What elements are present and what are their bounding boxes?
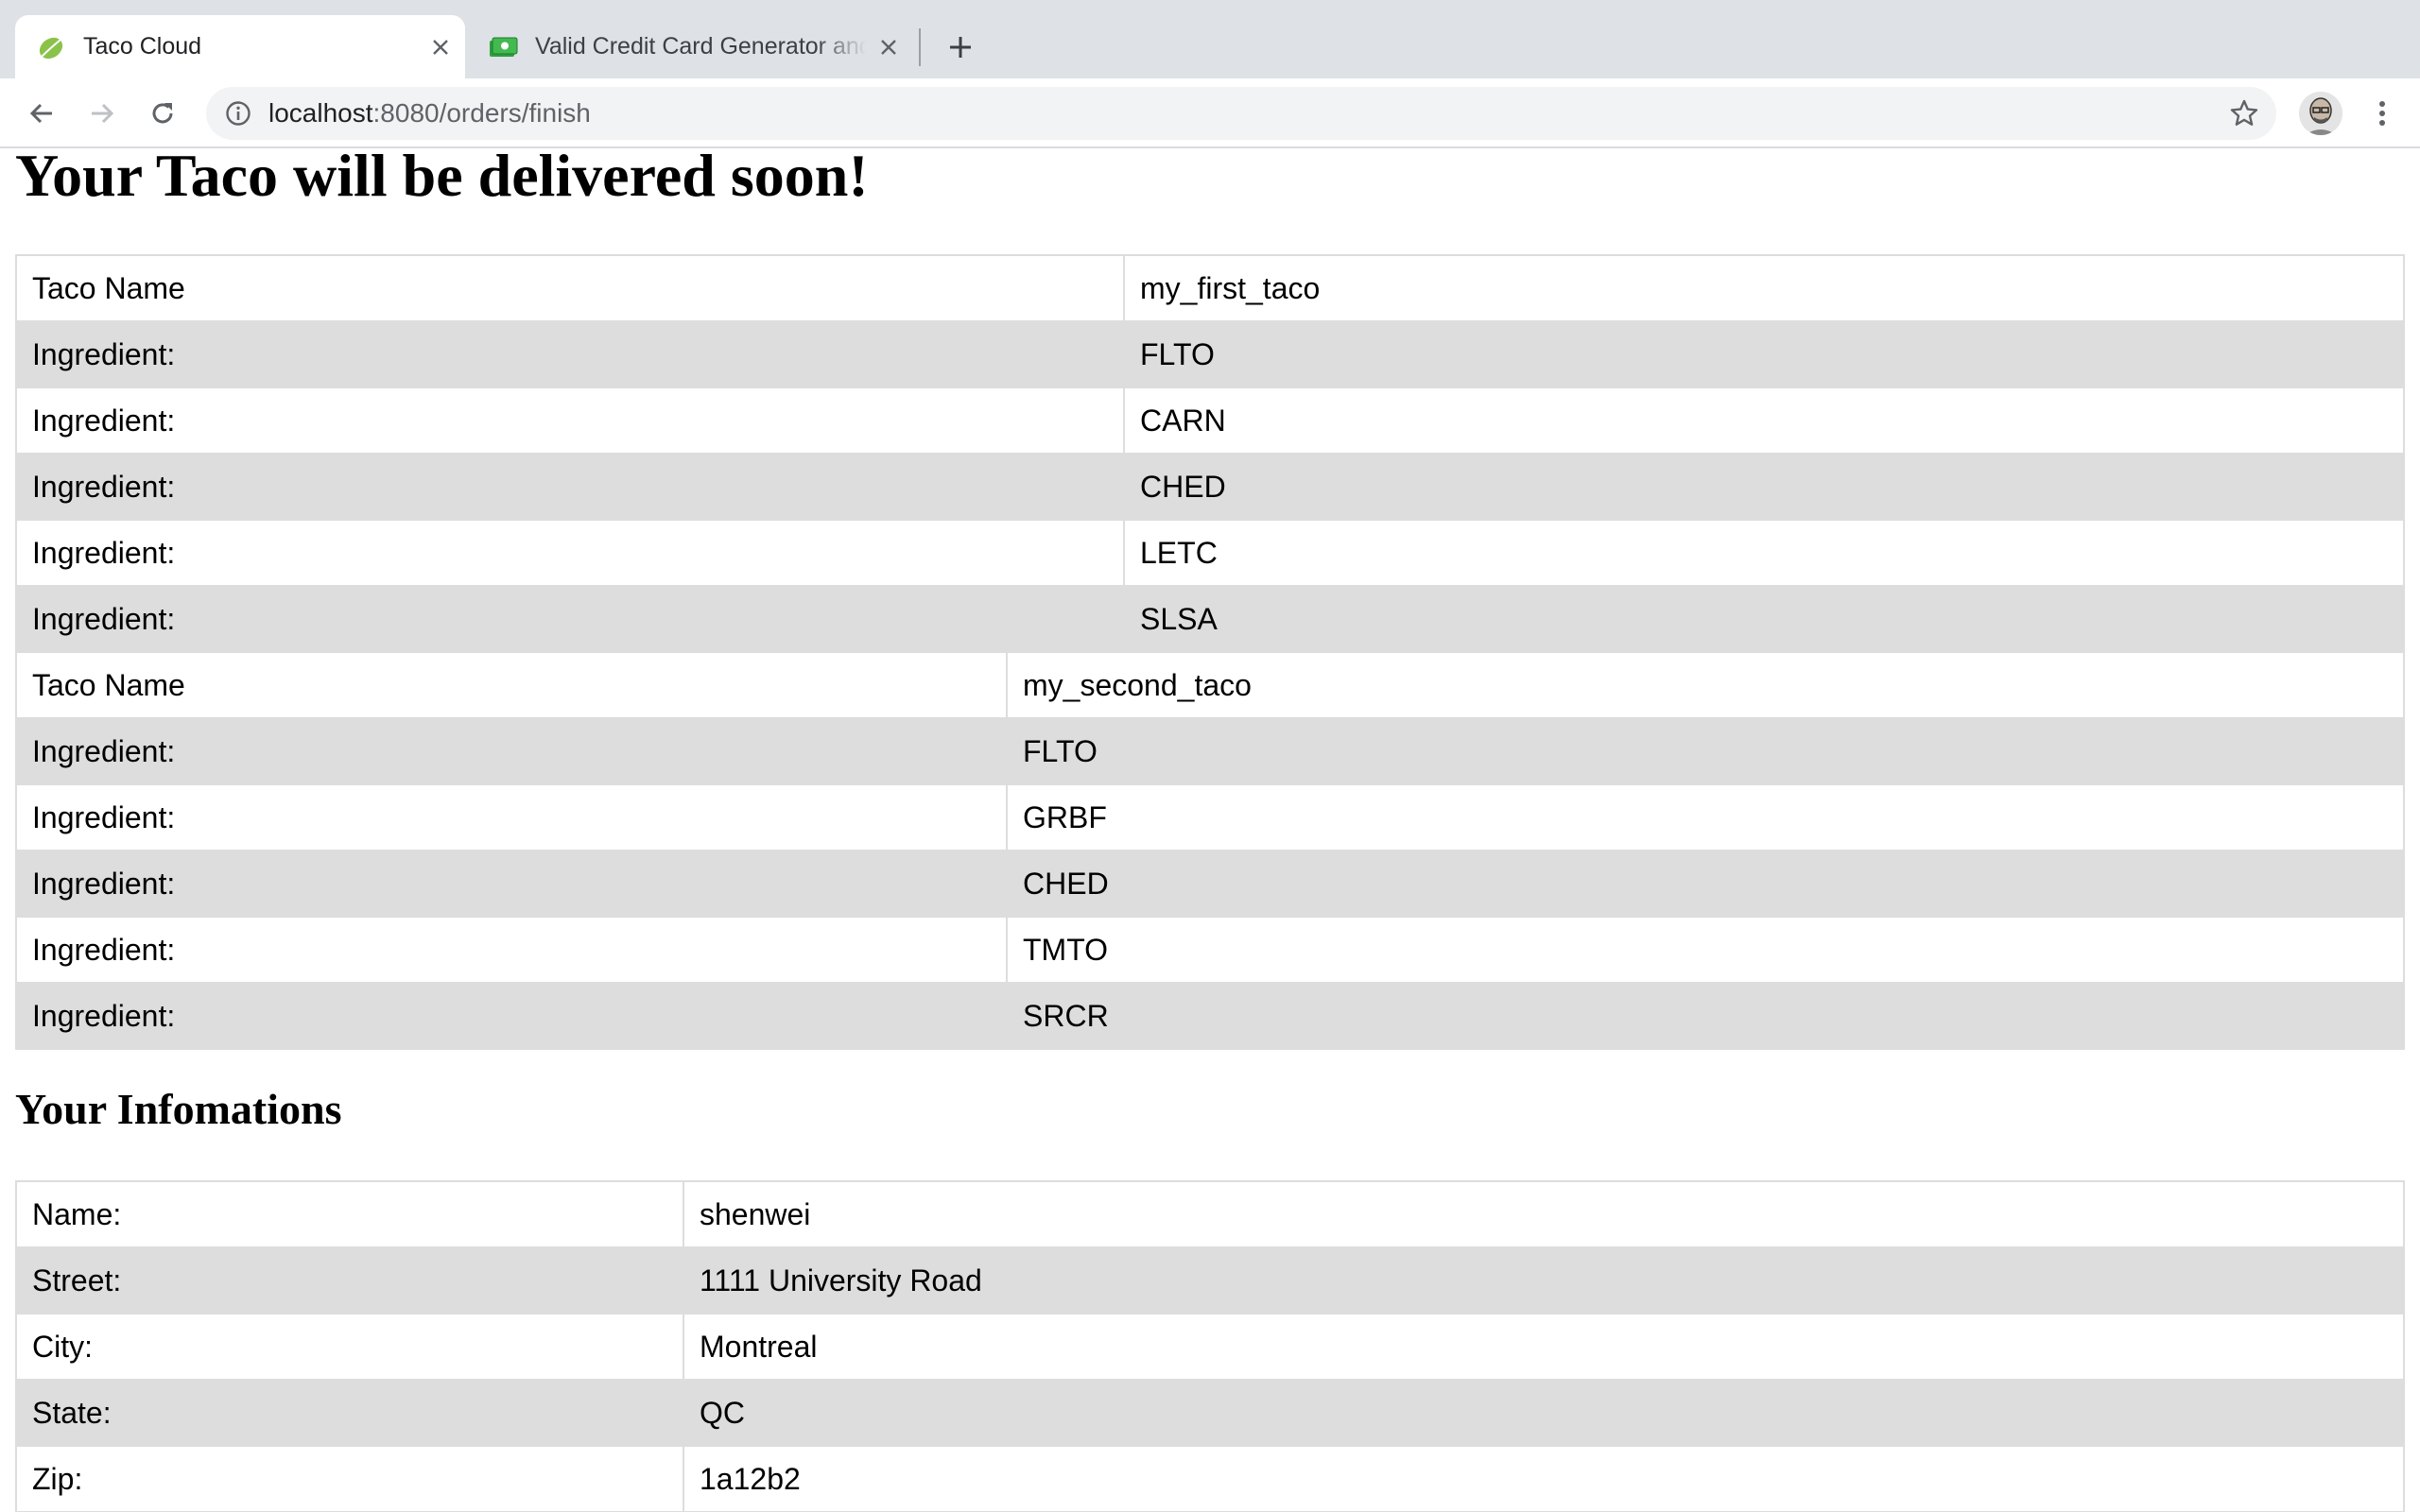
- tab-title: Valid Credit Card Generator and: [535, 33, 866, 60]
- ingredient-row: Ingredient: CHED: [15, 453, 2405, 521]
- info-label: Zip:: [15, 1445, 684, 1512]
- ingredient-label: Ingredient:: [15, 519, 1125, 587]
- ingredient-label: Ingredient:: [15, 453, 1125, 521]
- reload-icon: [152, 103, 173, 124]
- taco-name-label: Taco Name: [15, 254, 1125, 322]
- back-button[interactable]: [23, 94, 60, 132]
- tab-strip: Taco Cloud Valid Credit Card Generator a…: [0, 0, 2420, 78]
- info-row-city: City: Montreal: [15, 1313, 2405, 1381]
- taco-name-row: Taco Name my_first_taco: [15, 254, 2405, 322]
- ingredient-value: CHED: [1123, 453, 2405, 521]
- taco-table-2: Taco Name my_second_taco Ingredient: FLT…: [15, 651, 2405, 1050]
- info-label: State:: [15, 1379, 684, 1447]
- taco-name-value: my_first_taco: [1123, 254, 2405, 322]
- info-label: Street:: [15, 1246, 684, 1314]
- ingredient-label: Ingredient:: [15, 850, 1008, 918]
- arrow-right-icon: [92, 103, 114, 124]
- info-value: Montreal: [683, 1313, 2405, 1381]
- ingredient-value: SLSA: [1123, 585, 2405, 653]
- ingredient-value: SRCR: [1006, 982, 2405, 1050]
- close-tab-icon[interactable]: [425, 32, 456, 62]
- info-value: QC: [683, 1379, 2405, 1447]
- info-row-state: State: QC: [15, 1379, 2405, 1447]
- info-value: 1111 University Road: [683, 1246, 2405, 1314]
- info-value: shenwei: [683, 1180, 2405, 1248]
- taco-name-label: Taco Name: [15, 651, 1008, 719]
- info-row-name: Name: shenwei: [15, 1180, 2405, 1248]
- ingredient-label: Ingredient:: [15, 783, 1008, 851]
- arrow-left-icon: [29, 103, 52, 124]
- url-host: localhost: [268, 98, 373, 128]
- reload-button[interactable]: [144, 94, 182, 132]
- taco-name-value: my_second_taco: [1006, 651, 2405, 719]
- ingredient-label: Ingredient:: [15, 916, 1008, 984]
- ingredient-value: GRBF: [1006, 783, 2405, 851]
- ingredient-value: FLTO: [1006, 717, 2405, 785]
- browser-menu-button[interactable]: [2363, 94, 2401, 132]
- forward-button[interactable]: [83, 94, 121, 132]
- ingredient-label: Ingredient:: [15, 320, 1125, 388]
- tab-credit-card-generator[interactable]: Valid Credit Card Generator and: [473, 15, 917, 78]
- ingredient-row: Ingredient: TMTO: [15, 916, 2405, 984]
- taco-table-1: Taco Name my_first_taco Ingredient: FLTO…: [15, 254, 2405, 653]
- ingredient-label: Ingredient:: [15, 387, 1125, 455]
- spring-leaf-icon: [39, 37, 63, 60]
- ingredient-row: Ingredient: LETC: [15, 519, 2405, 587]
- avatar-icon: [2299, 92, 2342, 135]
- ingredient-label: Ingredient:: [15, 982, 1008, 1050]
- ingredient-row: Ingredient: SRCR: [15, 982, 2405, 1050]
- info-section-title: Your Infomations: [15, 1085, 342, 1133]
- tab-title: Taco Cloud: [83, 33, 202, 60]
- ingredient-row: Ingredient: FLTO: [15, 717, 2405, 785]
- page-content: Your Taco will be delivered soon! Taco N…: [0, 150, 2420, 1512]
- close-tab-icon[interactable]: [873, 32, 904, 62]
- ingredient-row: Ingredient: FLTO: [15, 320, 2405, 388]
- address-bar[interactable]: localhost:8080/orders/finish: [206, 87, 2276, 140]
- taco-name-row: Taco Name my_second_taco: [15, 651, 2405, 719]
- info-icon[interactable]: [225, 100, 251, 127]
- address-url[interactable]: localhost:8080/orders/finish: [268, 87, 591, 140]
- ingredient-row: Ingredient: CHED: [15, 850, 2405, 918]
- new-tab-button[interactable]: [942, 28, 979, 66]
- credit-card-icon: [490, 37, 518, 57]
- ingredient-value: FLTO: [1123, 320, 2405, 388]
- ingredient-row: Ingredient: SLSA: [15, 585, 2405, 653]
- tab-separator: [919, 28, 921, 66]
- url-path: :8080/orders/finish: [372, 98, 591, 128]
- info-row-street: Street: 1111 University Road: [15, 1246, 2405, 1314]
- more-vert-icon: [2379, 101, 2385, 126]
- ingredient-value: CARN: [1123, 387, 2405, 455]
- browser-toolbar: localhost:8080/orders/finish: [0, 78, 2420, 148]
- profile-avatar[interactable]: [2299, 92, 2342, 135]
- ingredient-row: Ingredient: GRBF: [15, 783, 2405, 851]
- ingredient-value: LETC: [1123, 519, 2405, 587]
- info-label: Name:: [15, 1180, 684, 1248]
- info-value: 1a12b2: [683, 1445, 2405, 1512]
- ingredient-value: TMTO: [1006, 916, 2405, 984]
- tab-taco-cloud[interactable]: Taco Cloud: [15, 15, 465, 78]
- page-title: Your Taco will be delivered soon!: [15, 150, 869, 209]
- ingredient-label: Ingredient:: [15, 585, 1125, 653]
- ingredient-row: Ingredient: CARN: [15, 387, 2405, 455]
- info-table: Name: shenwei Street: 1111 University Ro…: [15, 1180, 2405, 1512]
- bookmark-star-icon[interactable]: [2229, 98, 2259, 129]
- info-row-zip: Zip: 1a12b2: [15, 1445, 2405, 1512]
- plus-icon: [950, 37, 971, 58]
- ingredient-label: Ingredient:: [15, 717, 1008, 785]
- info-label: City:: [15, 1313, 684, 1381]
- ingredient-value: CHED: [1006, 850, 2405, 918]
